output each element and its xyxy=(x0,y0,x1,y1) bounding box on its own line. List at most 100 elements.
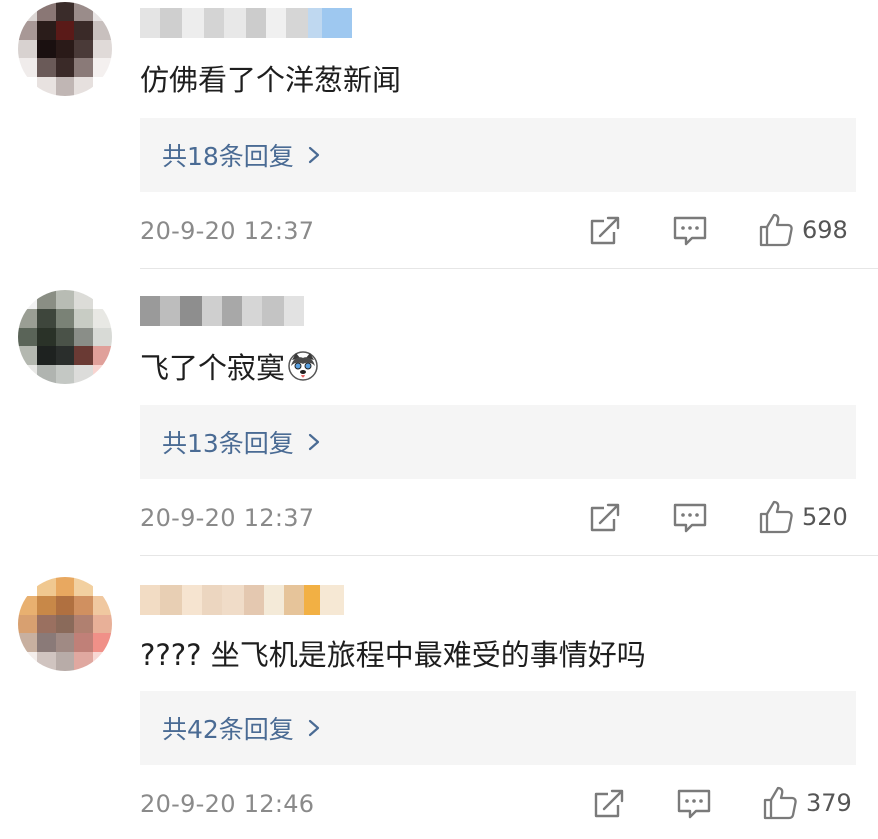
avatar-mosaic-cell xyxy=(93,346,112,366)
avatar-mosaic-cell xyxy=(93,595,112,615)
avatar-mosaic-cell xyxy=(18,346,37,366)
avatar-mosaic-cell xyxy=(18,290,37,309)
comment-button[interactable] xyxy=(672,501,708,535)
chevron-right-icon xyxy=(308,146,319,164)
username-pixelated[interactable] xyxy=(140,8,352,38)
username-mosaic-cell xyxy=(244,585,264,615)
like-count: 698 xyxy=(802,216,848,244)
husky-emoji-icon xyxy=(288,351,318,381)
avatar-mosaic-cell xyxy=(36,633,56,653)
view-replies-button[interactable]: 共18条回复 xyxy=(140,118,856,192)
replies-count-label: 共13条回复 xyxy=(162,429,294,458)
avatar-mosaic-cell xyxy=(93,308,112,328)
thumbs-up-icon xyxy=(759,213,793,247)
share-icon xyxy=(590,503,620,532)
username-pixelated[interactable] xyxy=(140,296,304,326)
username-mosaic-cell xyxy=(182,8,204,38)
avatar-mosaic-cell xyxy=(93,652,112,671)
avatar-mosaic-cell xyxy=(74,614,94,634)
repost-button[interactable] xyxy=(588,214,622,248)
avatar-mosaic-cell xyxy=(18,327,37,347)
username-mosaic-cell xyxy=(160,585,182,615)
comment-button[interactable] xyxy=(672,214,708,248)
comment-timestamp: 20-9-20 12:37 xyxy=(140,217,315,245)
like-button[interactable]: 379 xyxy=(762,785,852,821)
comment-text: ???? 坐飞机是旅程中最难受的事情好吗 xyxy=(140,638,646,672)
avatar[interactable] xyxy=(18,290,112,384)
username-mosaic-cell xyxy=(202,296,222,326)
avatar-mosaic-cell xyxy=(18,308,37,328)
avatar-mosaic-cell xyxy=(18,633,37,653)
comment-text: 仿佛看了个洋葱新闻 xyxy=(140,63,402,97)
avatar-mosaic-cell xyxy=(36,20,56,40)
username-mosaic-cell xyxy=(286,8,308,38)
avatar-mosaic-cell xyxy=(18,595,37,615)
avatar-mosaic-cell xyxy=(36,595,56,615)
avatar-mosaic-cell xyxy=(18,20,37,40)
avatar-mosaic-cell xyxy=(18,58,37,78)
avatar-mosaic-cell xyxy=(36,577,56,596)
avatar-mosaic-cell xyxy=(93,77,112,96)
comment-icon xyxy=(673,216,707,246)
chevron-right-icon xyxy=(308,433,319,451)
avatar-mosaic-cell xyxy=(36,2,56,21)
avatar-mosaic-cell xyxy=(74,58,94,78)
avatar-mosaic-cell xyxy=(36,58,56,78)
avatar-mosaic-cell xyxy=(55,39,75,59)
avatar-mosaic-cell xyxy=(55,58,75,78)
replies-count-label: 共18条回复 xyxy=(162,142,294,171)
like-count: 379 xyxy=(806,789,852,817)
username-pixelated[interactable] xyxy=(140,585,344,615)
avatar-mosaic-cell xyxy=(93,20,112,40)
comment-text: 飞了个寂寞 xyxy=(140,348,319,388)
avatar-mosaic-cell xyxy=(55,633,75,653)
username-mosaic-cell xyxy=(140,296,160,326)
share-icon xyxy=(594,789,624,818)
replies-count-label: 共42条回复 xyxy=(162,715,294,744)
avatar-mosaic-cell xyxy=(55,365,75,384)
username-mosaic-cell xyxy=(266,8,286,38)
avatar-mosaic-cell xyxy=(36,77,56,96)
avatar-mosaic-cell xyxy=(74,633,94,653)
view-replies-button[interactable]: 共13条回复 xyxy=(140,405,856,479)
divider xyxy=(140,555,878,556)
repost-button[interactable] xyxy=(592,787,626,821)
comment-icon xyxy=(673,503,707,533)
like-button[interactable]: 520 xyxy=(758,499,848,535)
avatar-mosaic-cell xyxy=(93,39,112,59)
avatar-mosaic-cell xyxy=(18,652,37,671)
username-mosaic-cell xyxy=(160,296,180,326)
username-mosaic-cell xyxy=(242,296,262,326)
avatar-mosaic-cell xyxy=(74,365,94,384)
view-replies-button[interactable]: 共42条回复 xyxy=(140,691,856,765)
avatar-mosaic-cell xyxy=(93,290,112,309)
avatar-mosaic-cell xyxy=(36,365,56,384)
avatar-mosaic-cell xyxy=(74,577,94,596)
avatar-mosaic-cell xyxy=(74,652,94,671)
username-mosaic-cell xyxy=(222,296,242,326)
avatar-mosaic-cell xyxy=(36,308,56,328)
avatar-mosaic-cell xyxy=(55,77,75,96)
avatar-mosaic-cell xyxy=(93,577,112,596)
username-mosaic-cell xyxy=(182,585,202,615)
avatar[interactable] xyxy=(18,577,112,671)
avatar-mosaic-cell xyxy=(55,327,75,347)
avatar-mosaic-cell xyxy=(55,308,75,328)
username-mosaic-cell xyxy=(264,585,284,615)
avatar-mosaic-cell xyxy=(74,595,94,615)
avatar-mosaic-cell xyxy=(55,577,75,596)
username-mosaic-cell xyxy=(140,585,160,615)
avatar-mosaic-cell xyxy=(93,365,112,384)
avatar-mosaic-cell xyxy=(36,327,56,347)
avatar-mosaic-cell xyxy=(18,365,37,384)
like-button[interactable]: 698 xyxy=(758,212,848,248)
comment-text-content: 飞了个寂寞 xyxy=(140,351,286,385)
avatar-mosaic-cell xyxy=(55,20,75,40)
avatar-mosaic-cell xyxy=(93,2,112,21)
avatar-mosaic-cell xyxy=(55,2,75,21)
avatar-mosaic-cell xyxy=(93,58,112,78)
avatar[interactable] xyxy=(18,2,112,96)
comment-button[interactable] xyxy=(676,787,712,821)
repost-button[interactable] xyxy=(588,501,622,535)
avatar-mosaic-cell xyxy=(74,308,94,328)
